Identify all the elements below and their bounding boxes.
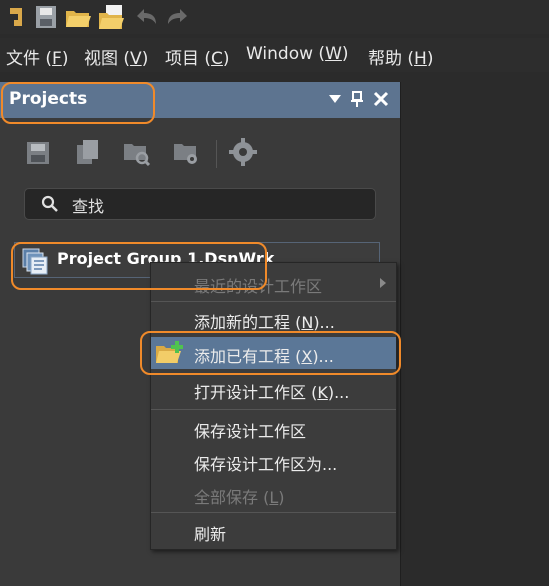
menu-item-label: 保存设计工作区 bbox=[194, 422, 307, 441]
save-all-icon[interactable] bbox=[32, 2, 62, 32]
panel-title: Projects bbox=[9, 89, 88, 109]
menu-item-add-existing-project[interactable]: 添加已有工程 (X)... bbox=[151, 337, 396, 369]
folder-settings-icon[interactable] bbox=[170, 136, 202, 168]
close-icon[interactable] bbox=[372, 90, 390, 108]
menu-project[interactable]: 项目 (C) bbox=[165, 44, 230, 69]
menu-separator bbox=[151, 301, 396, 302]
toolbar-separator bbox=[216, 140, 217, 168]
save-icon[interactable] bbox=[22, 136, 54, 168]
project-group-icon bbox=[21, 247, 49, 275]
context-menu: 最近的设计工作区 添加新的工程 (N)... 添加已有工程 (X)... 打开设… bbox=[150, 262, 397, 550]
gear-icon[interactable] bbox=[227, 136, 259, 168]
panel-toolbar bbox=[0, 132, 400, 172]
search-icon bbox=[41, 195, 59, 213]
menu-separator bbox=[151, 512, 396, 513]
pin-icon[interactable] bbox=[348, 90, 366, 108]
menu-file[interactable]: 文件 (F) bbox=[6, 44, 68, 69]
menu-item-label: 保存设计工作区为... bbox=[194, 455, 338, 474]
menu-item-save-workspace[interactable]: 保存设计工作区 bbox=[151, 412, 396, 444]
menu-help[interactable]: 帮助 (H) bbox=[368, 44, 433, 69]
dropdown-icon[interactable] bbox=[326, 90, 344, 108]
menu-item-label: 最近的设计工作区 bbox=[194, 277, 323, 296]
menu-item-open-workspace[interactable]: 打开设计工作区 (K)... bbox=[151, 373, 396, 405]
workspace-area bbox=[400, 82, 549, 586]
menu-item-refresh[interactable]: 刷新 bbox=[151, 515, 396, 547]
redo-icon[interactable] bbox=[163, 2, 193, 32]
menu-item-label: 添加已有工程 (X)... bbox=[194, 347, 334, 366]
open-document-icon[interactable] bbox=[96, 2, 126, 32]
copy-document-icon[interactable] bbox=[71, 136, 103, 168]
open-folder-icon[interactable] bbox=[63, 2, 93, 32]
submenu-arrow-icon bbox=[380, 278, 386, 288]
undo-icon[interactable] bbox=[131, 2, 161, 32]
menu-item-recent-workspaces[interactable]: 最近的设计工作区 bbox=[151, 267, 396, 299]
menu-separator bbox=[151, 409, 396, 410]
main-toolbar bbox=[0, 0, 549, 34]
menu-item-label: 打开设计工作区 (K)... bbox=[194, 383, 350, 402]
menu-item-add-new-project[interactable]: 添加新的工程 (N)... bbox=[151, 303, 396, 335]
menu-bar: 文件 (F) 视图 (V) 项目 (C) Window (W) 帮助 (H) bbox=[0, 38, 549, 72]
panel-header: Projects bbox=[0, 82, 400, 118]
folder-add-icon bbox=[154, 339, 186, 367]
search-input[interactable]: 查找 bbox=[24, 188, 376, 220]
menu-item-label: 刷新 bbox=[194, 525, 227, 544]
menu-item-label: 全部保存 (L) bbox=[194, 488, 285, 507]
search-placeholder: 查找 bbox=[72, 197, 105, 216]
folder-search-icon[interactable] bbox=[120, 136, 152, 168]
menu-window[interactable]: Window (W) bbox=[246, 44, 349, 64]
menu-item-label: 添加新的工程 (N)... bbox=[194, 313, 335, 332]
menu-item-save-workspace-as[interactable]: 保存设计工作区为... bbox=[151, 445, 396, 477]
menu-item-save-all[interactable]: 全部保存 (L) bbox=[151, 478, 396, 510]
app-logo-icon[interactable] bbox=[2, 2, 32, 32]
menu-view[interactable]: 视图 (V) bbox=[84, 44, 148, 69]
